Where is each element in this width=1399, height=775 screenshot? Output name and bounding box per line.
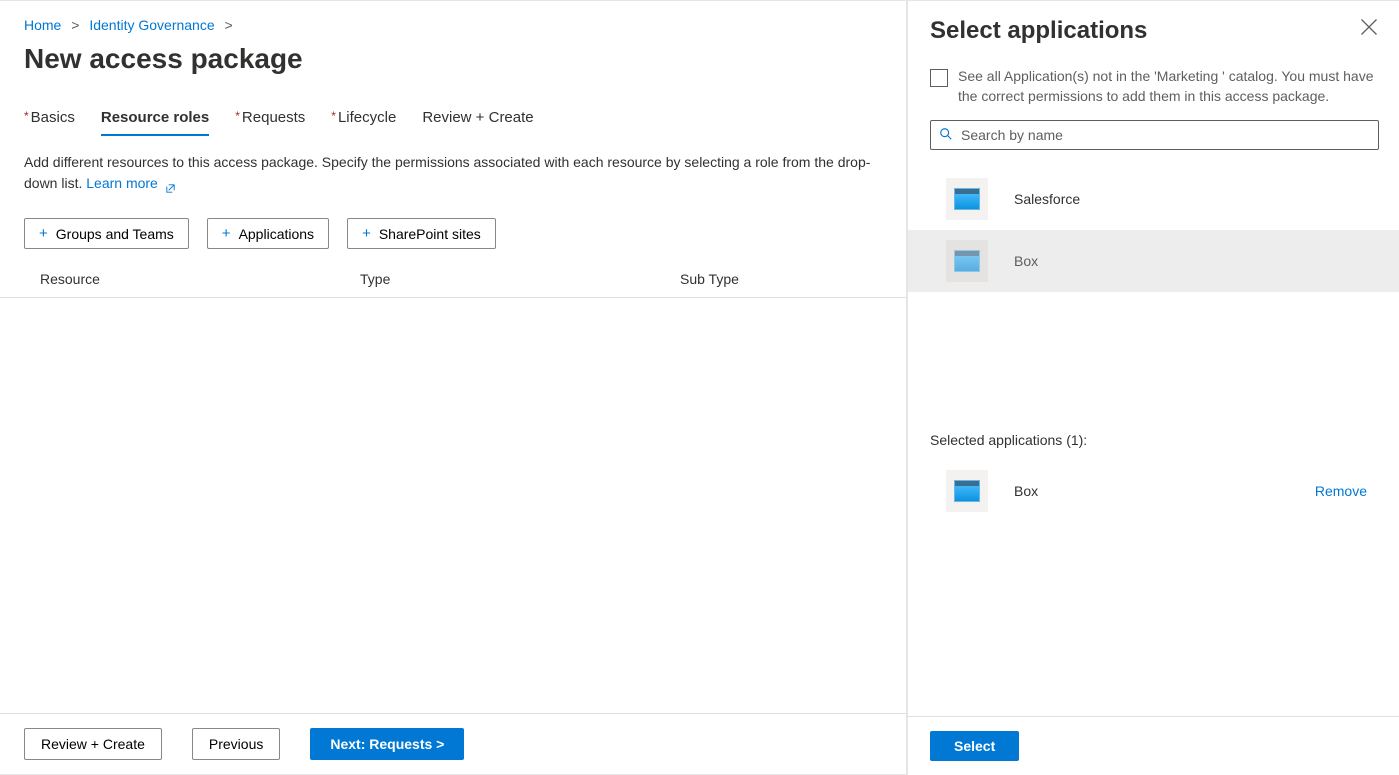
main-content: Home > Identity Governance > New access … xyxy=(0,0,907,775)
application-list: Salesforce Box xyxy=(908,158,1399,292)
tab-description: Add different resources to this access p… xyxy=(0,136,906,194)
panel-header: Select applications xyxy=(908,1,1399,57)
th-subtype: Sub Type xyxy=(680,271,882,287)
tab-resource-roles[interactable]: Resource roles xyxy=(101,109,209,136)
plus-icon: + xyxy=(222,225,231,242)
app-label: Box xyxy=(1014,483,1038,499)
app-item-salesforce[interactable]: Salesforce xyxy=(908,168,1399,230)
breadcrumb: Home > Identity Governance > xyxy=(0,1,906,37)
app-icon xyxy=(946,240,988,282)
external-link-icon xyxy=(165,179,176,190)
selected-applications-section: Selected applications (1): Box Remove xyxy=(908,412,1399,518)
next-button[interactable]: Next: Requests > xyxy=(310,728,464,760)
table-header: Resource Type Sub Type xyxy=(0,263,906,298)
tab-lifecycle[interactable]: *Lifecycle xyxy=(331,109,396,136)
tab-basics[interactable]: *Basics xyxy=(24,109,75,136)
see-all-label: See all Application(s) not in the 'Marke… xyxy=(958,67,1377,106)
add-groups-button[interactable]: + Groups and Teams xyxy=(24,218,189,249)
select-button[interactable]: Select xyxy=(930,731,1019,761)
app-label: Salesforce xyxy=(1014,191,1080,207)
breadcrumb-sep: > xyxy=(71,17,79,33)
app-item-box[interactable]: Box xyxy=(908,230,1399,292)
add-resource-buttons: + Groups and Teams + Applications + Shar… xyxy=(0,194,906,263)
plus-icon: + xyxy=(362,225,371,242)
breadcrumb-identity-governance[interactable]: Identity Governance xyxy=(89,17,214,33)
search-input[interactable] xyxy=(930,120,1379,150)
th-type: Type xyxy=(360,271,680,287)
see-all-checkbox-row: See all Application(s) not in the 'Marke… xyxy=(908,57,1399,120)
previous-button[interactable]: Previous xyxy=(192,728,280,760)
remove-link[interactable]: Remove xyxy=(1315,483,1377,499)
panel-title: Select applications xyxy=(930,17,1147,45)
selected-title: Selected applications (1): xyxy=(930,432,1377,448)
panel-footer: Select xyxy=(908,716,1399,775)
th-resource: Resource xyxy=(40,271,360,287)
wizard-footer: Review + Create Previous Next: Requests … xyxy=(0,713,906,774)
learn-more-link[interactable]: Learn more xyxy=(86,175,175,191)
add-sharepoint-button[interactable]: + SharePoint sites xyxy=(347,218,496,249)
breadcrumb-home[interactable]: Home xyxy=(24,17,61,33)
tabs: *Basics Resource roles *Requests *Lifecy… xyxy=(0,103,906,136)
review-create-button[interactable]: Review + Create xyxy=(24,728,162,760)
page-title: New access package xyxy=(0,37,906,103)
plus-icon: + xyxy=(39,225,48,242)
app-label: Box xyxy=(1014,253,1038,269)
tab-review-create[interactable]: Review + Create xyxy=(422,109,533,136)
search-icon xyxy=(939,127,953,141)
see-all-checkbox[interactable] xyxy=(930,69,948,87)
app-icon xyxy=(946,470,988,512)
close-icon[interactable] xyxy=(1359,17,1379,37)
select-applications-panel: Select applications See all Application(… xyxy=(907,0,1399,775)
tab-requests[interactable]: *Requests xyxy=(235,109,305,136)
add-applications-button[interactable]: + Applications xyxy=(207,218,329,249)
app-icon xyxy=(946,178,988,220)
selected-item-box: Box Remove xyxy=(930,464,1377,518)
breadcrumb-sep: > xyxy=(225,17,233,33)
